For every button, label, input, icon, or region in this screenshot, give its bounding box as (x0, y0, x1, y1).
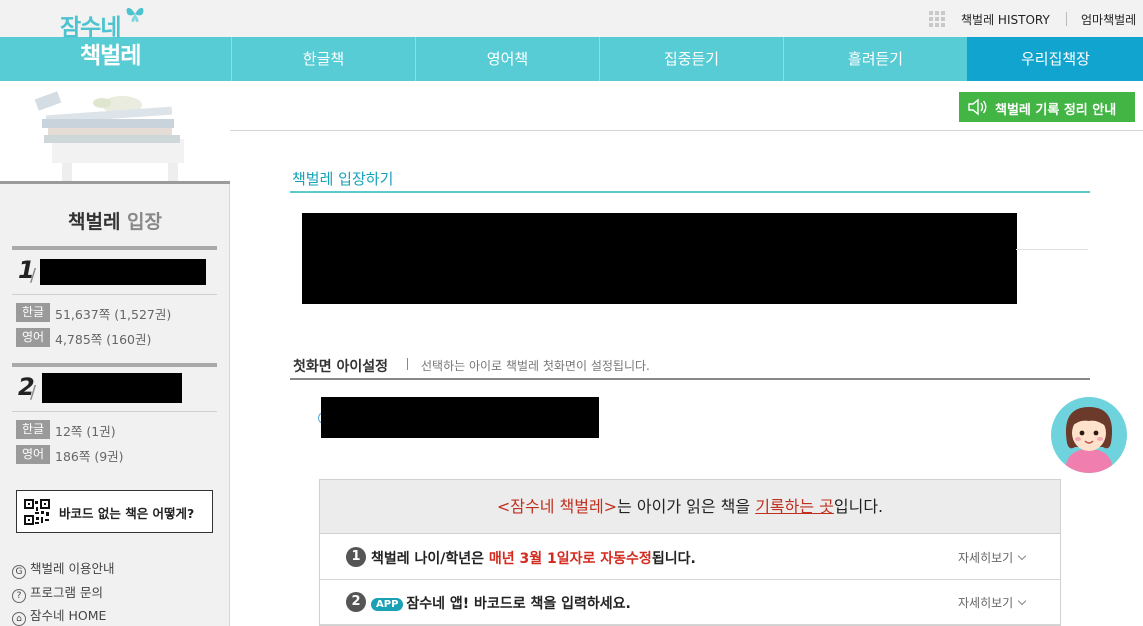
mascot-girl-icon[interactable] (1051, 397, 1127, 473)
first-screen-description: 선택하는 아이로 책벌레 첫화면이 설정됩니다. (421, 359, 650, 373)
butterfly-icon (126, 7, 144, 22)
nav-focused-listening[interactable]: 집중듣기 (599, 37, 783, 81)
info-row-1-pre: 책벌레 나이/학년은 (371, 551, 489, 567)
child-1-korean-tag: 한글 (16, 303, 50, 322)
child-2-korean-stat: 12쪽 (1권) (55, 424, 116, 439)
child-1-english-tag: 영어 (16, 328, 50, 347)
guide-link[interactable]: G 책벌레 이용안내 (12, 558, 114, 579)
first-screen-line (290, 378, 1090, 380)
child-2-name-redacted[interactable] (42, 373, 182, 403)
info-heading: <잠수네 책벌레>는 아이가 읽은 책을 기록하는 곳입니다. (320, 480, 1060, 534)
child-2-divider (12, 411, 217, 412)
child-select-redacted[interactable] (302, 213, 1017, 304)
info-heading-mid: 는 아이가 읽은 책을 (617, 497, 756, 516)
info-row-2-label: 잠수네 앱! 바코드로 책을 입력하세요. (406, 596, 631, 612)
mom-bookworm-link[interactable]: 엄마책벌레 (1081, 11, 1136, 28)
child-2-slash: / (30, 382, 37, 403)
info-row-1-text: 책벌레 나이/학년은 매년 3월 1일자로 자동수정됩니다. (371, 548, 696, 568)
child-radio-options-redacted[interactable] (321, 397, 599, 438)
child-1-name-redacted[interactable] (40, 259, 206, 285)
info-row-2: 2 APP 잠수네 앱! 바코드로 책을 입력하세요. 자세히보기 (320, 580, 1060, 625)
child-2-english-tag: 영어 (16, 445, 50, 464)
question-icon: ? (12, 589, 26, 603)
child-1-slash: / (30, 265, 37, 286)
history-link[interactable]: 책벌레 HISTORY (961, 11, 1050, 28)
first-screen-separator (407, 358, 408, 370)
home-link[interactable]: ⌂ 잠수네 HOME (12, 605, 106, 626)
grid-menu-icon[interactable] (929, 11, 945, 27)
info-heading-post: 입니다. (833, 497, 884, 516)
info-row-2-more-link[interactable]: 자세히보기 (958, 594, 1025, 611)
nav-passive-listening[interactable]: 흘려듣기 (783, 37, 967, 81)
site-logo[interactable]: 잠수네 책벌레 (60, 4, 160, 69)
child-1-divider (12, 294, 217, 295)
info-heading-brand: <잠수네 책벌레> (496, 497, 618, 516)
first-screen-title: 첫화면 아이설정 (293, 359, 389, 375)
enter-section-title: 책벌레 입장하기 (292, 170, 394, 188)
child-1-top-rule (12, 246, 217, 250)
program-inquiry-label: 프로그램 문의 (30, 585, 103, 600)
nav-korean-books[interactable]: 한글책 (231, 37, 415, 81)
logo-line-2: 책벌레 (80, 43, 141, 69)
home-link-label: 잠수네 HOME (30, 608, 107, 623)
child-2-top-rule (12, 363, 217, 367)
util-divider (1066, 12, 1067, 26)
qr-code-icon (24, 499, 50, 525)
guide-link-label: 책벌레 이용안내 (30, 561, 115, 576)
info-row-1: 1 책벌레 나이/학년은 매년 3월 1일자로 자동수정됩니다. 자세히보기 (320, 535, 1060, 580)
guide-icon: G (12, 565, 26, 579)
record-guide-label: 책벌레 기록 정리 안내 (995, 103, 1117, 118)
info-row-1-post: 됩니다. (651, 551, 696, 567)
barcode-help-label: 바코드 없는 책은 어떻게? (59, 506, 195, 521)
info-heading-underline: 기록하는 곳 (755, 497, 834, 516)
record-guide-button[interactable]: 책벌레 기록 정리 안내 (959, 92, 1135, 122)
nav-our-bookshelf[interactable]: 우리집책장 (967, 37, 1143, 81)
info-row-2-text: APP 잠수네 앱! 바코드로 책을 입력하세요. (371, 593, 631, 613)
app-badge: APP (371, 598, 404, 611)
info-row-2-number: 2 (346, 592, 366, 612)
sidebar-title-highlight: 입장 (120, 211, 163, 233)
sidebar-title: 책벌레 입장 (0, 207, 230, 234)
book-stack-image (0, 81, 230, 183)
child-2-english-stat: 186쪽 (9권) (55, 449, 124, 464)
child-2-korean-tag: 한글 (16, 420, 50, 439)
content-top-divider (230, 130, 1143, 131)
child-1-korean-stat: 51,637쪽 (1,527권) (55, 307, 172, 322)
child-1-english-stat: 4,785쪽 (160권) (55, 332, 152, 347)
nav-english-books[interactable]: 영어책 (415, 37, 599, 81)
speaker-icon (968, 98, 987, 116)
info-row-1-more-link[interactable]: 자세히보기 (958, 549, 1025, 566)
enter-section-line (290, 191, 1090, 193)
info-row-1-highlight: 매년 3월 1일자로 자동수정 (488, 551, 652, 567)
program-inquiry-link[interactable]: ? 프로그램 문의 (12, 582, 103, 603)
home-icon: ⌂ (12, 612, 26, 626)
faint-divider (1016, 249, 1088, 250)
sidebar-photo-divider (0, 181, 230, 184)
sidebar-title-main: 책벌레 (67, 211, 121, 233)
info-row-1-number: 1 (346, 547, 366, 567)
barcode-help-button[interactable]: 바코드 없는 책은 어떻게? (16, 490, 213, 533)
